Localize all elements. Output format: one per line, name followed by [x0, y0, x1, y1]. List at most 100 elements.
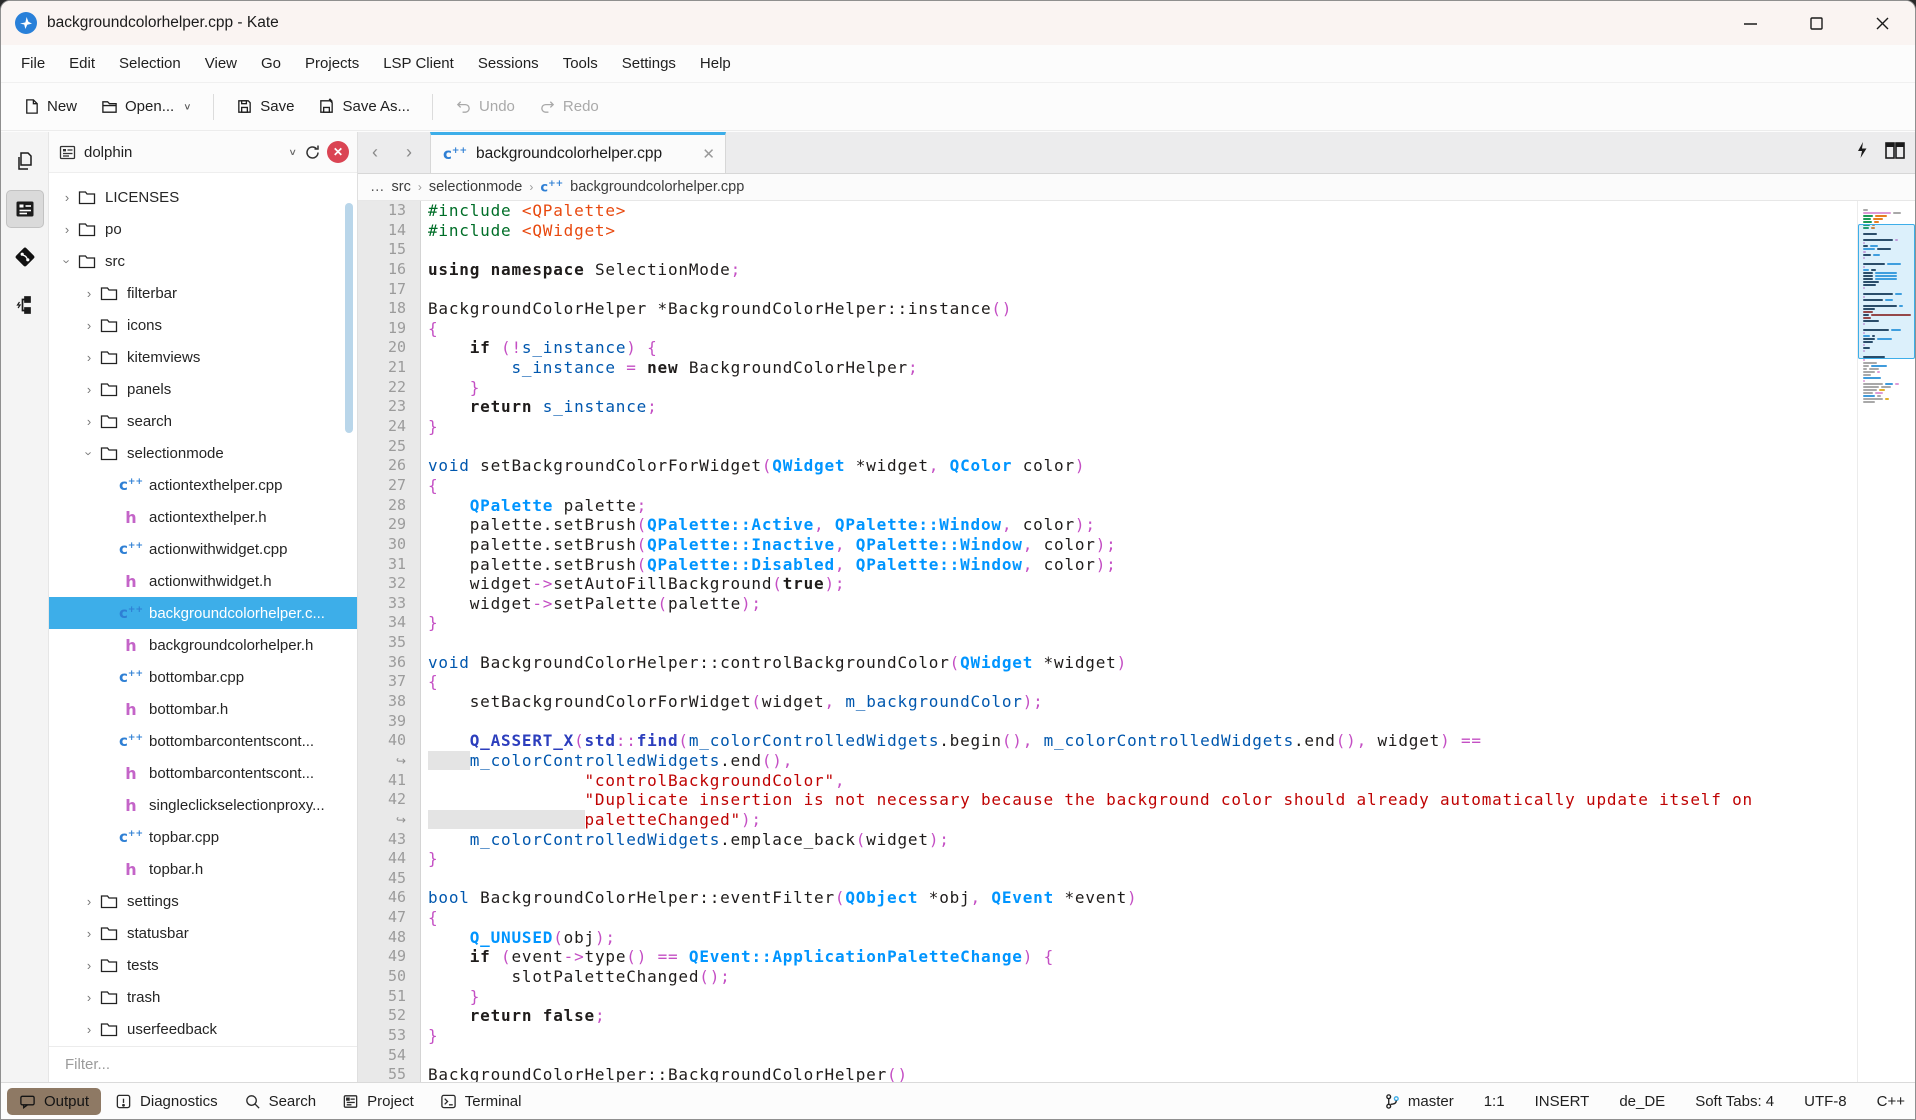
- breadcrumb-item[interactable]: selectionmode: [429, 179, 523, 195]
- split-view-icon[interactable]: [1885, 142, 1905, 164]
- tree-file-bottombar-cpp[interactable]: c++bottombar.cpp: [49, 661, 357, 693]
- code-line-54[interactable]: 54: [358, 1046, 1857, 1066]
- code-line-31[interactable]: 31 palette.setBrush(QPalette::Disabled, …: [358, 555, 1857, 575]
- terminal-toolview-button[interactable]: Terminal: [428, 1088, 534, 1115]
- menu-settings[interactable]: Settings: [610, 49, 688, 78]
- redo-button[interactable]: Redo: [529, 91, 609, 122]
- code-line-17[interactable]: 17: [358, 280, 1857, 300]
- code-line-53[interactable]: 53}: [358, 1026, 1857, 1046]
- chevron-right-icon[interactable]: ›: [81, 894, 97, 909]
- close-button[interactable]: [1849, 1, 1915, 45]
- code-line-43[interactable]: 43 m_colorControlledWidgets.emplace_back…: [358, 830, 1857, 850]
- menu-selection[interactable]: Selection: [107, 49, 193, 78]
- code-line-35[interactable]: 35: [358, 633, 1857, 653]
- tree-file-actiontexthelper-cpp[interactable]: c++actiontexthelper.cpp: [49, 469, 357, 501]
- tree-folder-licenses[interactable]: ›LICENSES: [49, 181, 357, 213]
- minimap-viewport[interactable]: [1858, 224, 1915, 359]
- undo-button[interactable]: Undo: [445, 91, 525, 122]
- code-line-55[interactable]: 55BackgroundColorHelper::BackgroundColor…: [358, 1065, 1857, 1082]
- menu-help[interactable]: Help: [688, 49, 743, 78]
- code-line-33[interactable]: 33 widget->setPalette(palette);: [358, 594, 1857, 614]
- statusbar-utf-8[interactable]: UTF-8: [1804, 1093, 1847, 1110]
- code-line-41[interactable]: 41 "controlBackgroundColor",: [358, 771, 1857, 791]
- code-line-34[interactable]: 34}: [358, 613, 1857, 633]
- git-tool-button[interactable]: [6, 238, 44, 276]
- code-line-52[interactable]: 52 return false;: [358, 1006, 1857, 1026]
- projects-tool-button[interactable]: [6, 190, 44, 228]
- project-selector[interactable]: dolphin ∨: [59, 144, 297, 161]
- code-line-13[interactable]: 13#include <QPalette>: [358, 201, 1857, 221]
- filter-input[interactable]: [49, 1047, 357, 1082]
- code-line-38[interactable]: 38 setBackgroundColorForWidget(widget, m…: [358, 692, 1857, 712]
- code-line-45[interactable]: 45: [358, 869, 1857, 889]
- code-line-32[interactable]: 32 widget->setAutoFillBackground(true);: [358, 574, 1857, 594]
- menu-sessions[interactable]: Sessions: [466, 49, 551, 78]
- tree-file-backgroundcolorhelper-h[interactable]: hbackgroundcolorhelper.h: [49, 629, 357, 661]
- menu-projects[interactable]: Projects: [293, 49, 371, 78]
- code-line-26[interactable]: 26void setBackgroundColorForWidget(QWidg…: [358, 456, 1857, 476]
- save-as-button[interactable]: Save As...: [308, 91, 420, 122]
- tree-folder-statusbar[interactable]: ›statusbar: [49, 917, 357, 949]
- tree-file-topbar-h[interactable]: htopbar.h: [49, 853, 357, 885]
- code-line-21[interactable]: 21 s_instance = new BackgroundColorHelpe…: [358, 358, 1857, 378]
- lsp-symbols-tool-button[interactable]: [6, 286, 44, 324]
- code-line-48[interactable]: 48 Q_UNUSED(obj);: [358, 928, 1857, 948]
- chevron-expanded-icon[interactable]: ›: [82, 445, 97, 461]
- statusbar-1-1[interactable]: 1:1: [1484, 1093, 1505, 1110]
- tree-file-bottombar-h[interactable]: hbottombar.h: [49, 693, 357, 725]
- tab-forward-button[interactable]: ›: [392, 132, 426, 173]
- tree-folder-selectionmode[interactable]: ›selectionmode: [49, 437, 357, 469]
- tree-file-actionwithwidget-h[interactable]: hactionwithwidget.h: [49, 565, 357, 597]
- project-toolview-button[interactable]: Project: [330, 1088, 426, 1115]
- chevron-right-icon[interactable]: ›: [81, 990, 97, 1005]
- chevron-right-icon[interactable]: ›: [59, 222, 75, 237]
- code-line-29[interactable]: 29 palette.setBrush(QPalette::Active, QP…: [358, 515, 1857, 535]
- minimize-button[interactable]: [1717, 1, 1783, 45]
- code-line-20[interactable]: 20 if (!s_instance) {: [358, 338, 1857, 358]
- code-line-22[interactable]: 22 }: [358, 378, 1857, 398]
- tree-folder-kitemviews[interactable]: ›kitemviews: [49, 341, 357, 373]
- statusbar-insert[interactable]: INSERT: [1535, 1093, 1590, 1110]
- tree-scrollbar[interactable]: [345, 203, 353, 433]
- tree-folder-filterbar[interactable]: ›filterbar: [49, 277, 357, 309]
- chevron-right-icon[interactable]: ›: [81, 1022, 97, 1037]
- diagnostics-toolview-button[interactable]: Diagnostics: [103, 1088, 230, 1115]
- statusbar-c++[interactable]: C++: [1877, 1093, 1905, 1110]
- code-wrapped-row[interactable]: ↪ paletteChanged");: [358, 810, 1857, 830]
- documents-tool-button[interactable]: [6, 142, 44, 180]
- statusbar-soft-tabs-4[interactable]: Soft Tabs: 4: [1695, 1093, 1774, 1110]
- output-toolview-button[interactable]: Output: [7, 1088, 101, 1115]
- tree-file-bottombarcontentscont-[interactable]: c++bottombarcontentscont...: [49, 725, 357, 757]
- tree-file-actionwithwidget-cpp[interactable]: c++actionwithwidget.cpp: [49, 533, 357, 565]
- chevron-right-icon[interactable]: ›: [81, 286, 97, 301]
- tree-folder-settings[interactable]: ›settings: [49, 885, 357, 917]
- code-wrapped-row[interactable]: ↪ m_colorControlledWidgets.end(),: [358, 751, 1857, 771]
- code-line-36[interactable]: 36void BackgroundColorHelper::controlBac…: [358, 653, 1857, 673]
- chevron-right-icon[interactable]: ›: [81, 926, 97, 941]
- code-line-18[interactable]: 18BackgroundColorHelper *BackgroundColor…: [358, 299, 1857, 319]
- code-line-28[interactable]: 28 QPalette palette;: [358, 496, 1857, 516]
- code-line-42[interactable]: 42 "Duplicate insertion is not necessary…: [358, 790, 1857, 810]
- breadcrumb-item[interactable]: backgroundcolorhelper.cpp: [570, 179, 744, 195]
- tree-folder-search[interactable]: ›search: [49, 405, 357, 437]
- new-button[interactable]: New: [13, 91, 87, 122]
- code-line-27[interactable]: 27{: [358, 476, 1857, 496]
- tree-file-actiontexthelper-h[interactable]: hactiontexthelper.h: [49, 501, 357, 533]
- tree-file-backgroundcolorhelper-c-[interactable]: c++backgroundcolorhelper.c...: [49, 597, 357, 629]
- code-editor[interactable]: 13#include <QPalette>14#include <QWidget…: [358, 201, 1915, 1082]
- tree-file-singleclickselectionproxy-[interactable]: hsingleclickselectionproxy...: [49, 789, 357, 821]
- breadcrumb-item[interactable]: src: [392, 179, 411, 195]
- tree-folder-panels[interactable]: ›panels: [49, 373, 357, 405]
- code-line-25[interactable]: 25: [358, 437, 1857, 457]
- menu-edit[interactable]: Edit: [57, 49, 107, 78]
- search-toolview-button[interactable]: Search: [232, 1088, 329, 1115]
- breadcrumb-collapsed[interactable]: …: [370, 179, 385, 195]
- code-line-47[interactable]: 47{: [358, 908, 1857, 928]
- code-line-49[interactable]: 49 if (event->type() == QEvent::Applicat…: [358, 947, 1857, 967]
- tree-folder-tests[interactable]: ›tests: [49, 949, 357, 981]
- code-line-30[interactable]: 30 palette.setBrush(QPalette::Inactive, …: [358, 535, 1857, 555]
- code-line-50[interactable]: 50 slotPaletteChanged();: [358, 967, 1857, 987]
- code-line-39[interactable]: 39: [358, 712, 1857, 732]
- code-line-19[interactable]: 19{: [358, 319, 1857, 339]
- chevron-right-icon[interactable]: ›: [59, 190, 75, 205]
